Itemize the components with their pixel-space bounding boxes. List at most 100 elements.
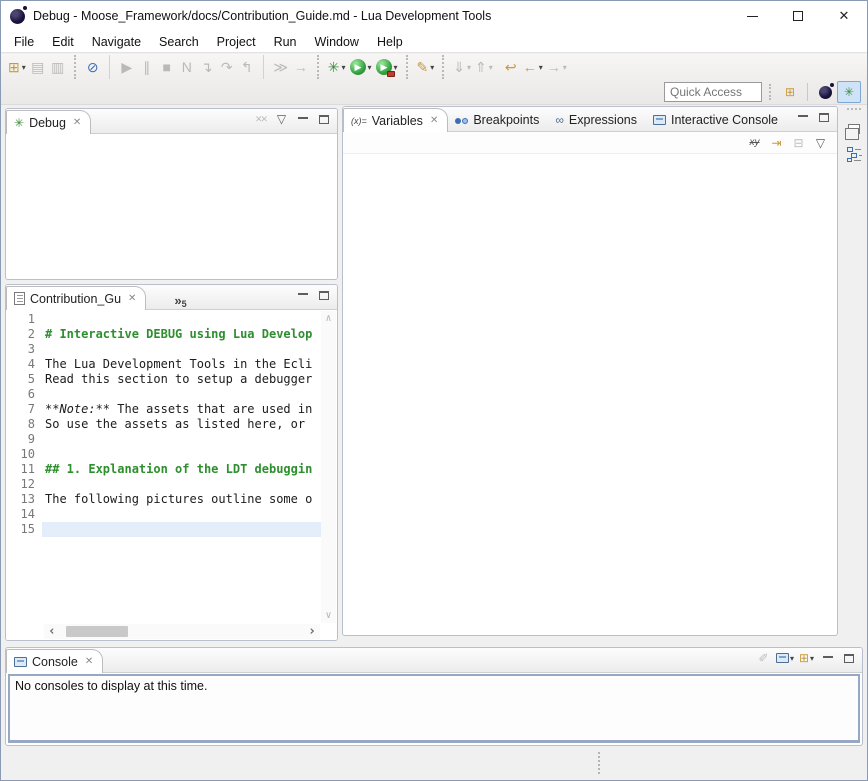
- menu-project[interactable]: Project: [208, 32, 265, 52]
- trim-drag-handle[interactable]: [847, 108, 861, 111]
- forward-icon[interactable]: →▾: [545, 56, 569, 78]
- code-line[interactable]: 3: [6, 342, 321, 357]
- maximize-icon[interactable]: [840, 650, 857, 667]
- chevron-down-icon[interactable]: ▾: [539, 63, 543, 72]
- scroll-up-icon[interactable]: ∧: [325, 311, 331, 326]
- chevron-down-icon[interactable]: ▾: [790, 654, 794, 663]
- step-return-icon[interactable]: ↰: [237, 56, 257, 78]
- code-line[interactable]: 2# Interactive DEBUG using Lua Develop: [6, 327, 321, 342]
- tab-breakpoints[interactable]: Breakpoints: [448, 108, 548, 132]
- close-icon[interactable]: ✕: [85, 656, 93, 667]
- editor-horizontal-scrollbar[interactable]: ‹ ›: [44, 624, 320, 639]
- scroll-down-icon[interactable]: ∨: [325, 608, 331, 623]
- tab-variables[interactable]: (x)=Variables✕: [343, 108, 448, 132]
- chevron-down-icon[interactable]: ▾: [22, 63, 26, 72]
- menu-search[interactable]: Search: [150, 32, 208, 52]
- run-icon[interactable]: ▶▾: [348, 56, 374, 78]
- terminate-icon[interactable]: ■: [157, 56, 177, 78]
- remove-terminated-icon[interactable]: ✕✕: [252, 111, 269, 128]
- chevron-down-icon[interactable]: ▾: [368, 63, 372, 72]
- code-line[interactable]: 10: [6, 447, 321, 462]
- tab-interactive-console[interactable]: Interactive Console: [646, 108, 787, 132]
- status-bar-drag-handle[interactable]: [598, 752, 600, 774]
- collapse-all-icon[interactable]: ⊟: [790, 134, 807, 151]
- close-icon[interactable]: ✕: [430, 115, 438, 126]
- search-icon[interactable]: ✎▾: [415, 56, 437, 78]
- code-line[interactable]: 7**Note:** The assets that are used in: [6, 402, 321, 417]
- code-line[interactable]: 5Read this section to setup a debugger: [6, 372, 321, 387]
- window-maximize-button[interactable]: [775, 1, 821, 31]
- view-menu-icon[interactable]: ▽: [273, 111, 290, 128]
- open-perspective-button[interactable]: ⊞: [778, 81, 802, 103]
- maximize-icon[interactable]: [315, 111, 332, 128]
- show-logical-structures-icon[interactable]: ⇥: [768, 134, 785, 151]
- scroll-right-icon[interactable]: ›: [304, 625, 320, 638]
- minimize-icon[interactable]: [294, 287, 311, 304]
- code-line[interactable]: 1: [6, 312, 321, 327]
- menu-window[interactable]: Window: [306, 32, 368, 52]
- step-into-icon[interactable]: ↴: [197, 56, 217, 78]
- debug-icon[interactable]: ✳▾: [326, 56, 348, 78]
- code-line[interactable]: 6: [6, 387, 321, 402]
- code-line[interactable]: 13The following pictures outline some o: [6, 492, 321, 507]
- step-over-icon[interactable]: ↷: [217, 56, 237, 78]
- minimize-icon[interactable]: [819, 650, 836, 667]
- display-selected-console-icon[interactable]: ▾: [776, 650, 794, 667]
- code-line[interactable]: 4The Lua Development Tools in the Ecli: [6, 357, 321, 372]
- tab-contribution-guide[interactable]: Contribution_Gu ✕: [6, 286, 146, 310]
- external-tools-icon[interactable]: ▶▾: [374, 56, 400, 78]
- code-line[interactable]: 14: [6, 507, 321, 522]
- previous-annotation-icon[interactable]: ⇑▾: [473, 56, 495, 78]
- code-line[interactable]: 11## 1. Explanation of the LDT debuggin: [6, 462, 321, 477]
- editor-body[interactable]: 12# Interactive DEBUG using Lua Develop3…: [6, 310, 337, 640]
- use-step-filters-icon[interactable]: →: [291, 56, 311, 78]
- restore-view-icon[interactable]: [846, 120, 863, 137]
- chevron-down-icon[interactable]: ▾: [563, 63, 567, 72]
- disconnect-icon[interactable]: N: [177, 56, 197, 78]
- menu-file[interactable]: File: [5, 32, 43, 52]
- lua-perspective-button[interactable]: [813, 81, 837, 103]
- open-console-icon[interactable]: ⊞▾: [798, 650, 815, 667]
- maximize-icon[interactable]: [315, 287, 332, 304]
- resume-icon[interactable]: ▶: [117, 56, 137, 78]
- debug-perspective-button[interactable]: ✳: [837, 81, 861, 103]
- code-line[interactable]: 12: [6, 477, 321, 492]
- new-wizard-icon[interactable]: ⊞▾: [6, 56, 28, 78]
- outline-view-icon[interactable]: [846, 146, 863, 163]
- chevron-down-icon[interactable]: ▾: [810, 654, 814, 663]
- chevron-down-icon[interactable]: ▾: [467, 63, 471, 72]
- menu-navigate[interactable]: Navigate: [83, 32, 150, 52]
- chevron-down-icon[interactable]: ▾: [341, 63, 345, 72]
- window-minimize-button[interactable]: [729, 1, 775, 31]
- back-icon[interactable]: ←▾: [521, 56, 545, 78]
- tab-expressions[interactable]: ∞Expressions: [548, 108, 646, 132]
- pin-console-icon[interactable]: ✐: [755, 650, 772, 667]
- show-type-names-icon[interactable]: xy: [746, 134, 763, 151]
- menu-help[interactable]: Help: [368, 32, 412, 52]
- maximize-icon[interactable]: [815, 109, 832, 126]
- suspend-icon[interactable]: ∥: [137, 56, 157, 78]
- hidden-editors-chevron[interactable]: » 5: [174, 293, 186, 309]
- menu-edit[interactable]: Edit: [43, 32, 83, 52]
- window-close-button[interactable]: ✕: [821, 1, 867, 31]
- view-menu-icon[interactable]: ▽: [812, 134, 829, 151]
- skip-breakpoints-icon[interactable]: ⊘: [83, 56, 103, 78]
- save-icon[interactable]: ▤: [28, 56, 48, 78]
- code-line[interactable]: 15: [6, 522, 321, 537]
- tab-console[interactable]: Console ✕: [6, 649, 103, 673]
- menu-run[interactable]: Run: [265, 32, 306, 52]
- drop-to-frame-icon[interactable]: ≫: [271, 56, 291, 78]
- editor-vertical-scrollbar[interactable]: ∧ ∨: [321, 311, 336, 623]
- chevron-down-icon[interactable]: ▾: [489, 63, 493, 72]
- h-scrollbar-thumb[interactable]: [66, 626, 128, 637]
- scroll-left-icon[interactable]: ‹: [44, 625, 60, 638]
- next-annotation-icon[interactable]: ⇓▾: [451, 56, 473, 78]
- minimize-icon[interactable]: [294, 111, 311, 128]
- quick-access-input[interactable]: [664, 82, 762, 102]
- chevron-down-icon[interactable]: ▾: [430, 63, 434, 72]
- tab-debug[interactable]: ✳ Debug ✕: [6, 110, 91, 134]
- minimize-icon[interactable]: [794, 109, 811, 126]
- close-icon[interactable]: ✕: [73, 117, 81, 128]
- code-line[interactable]: 8So use the assets as listed here, or: [6, 417, 321, 432]
- last-edit-location-icon[interactable]: ↩: [501, 56, 521, 78]
